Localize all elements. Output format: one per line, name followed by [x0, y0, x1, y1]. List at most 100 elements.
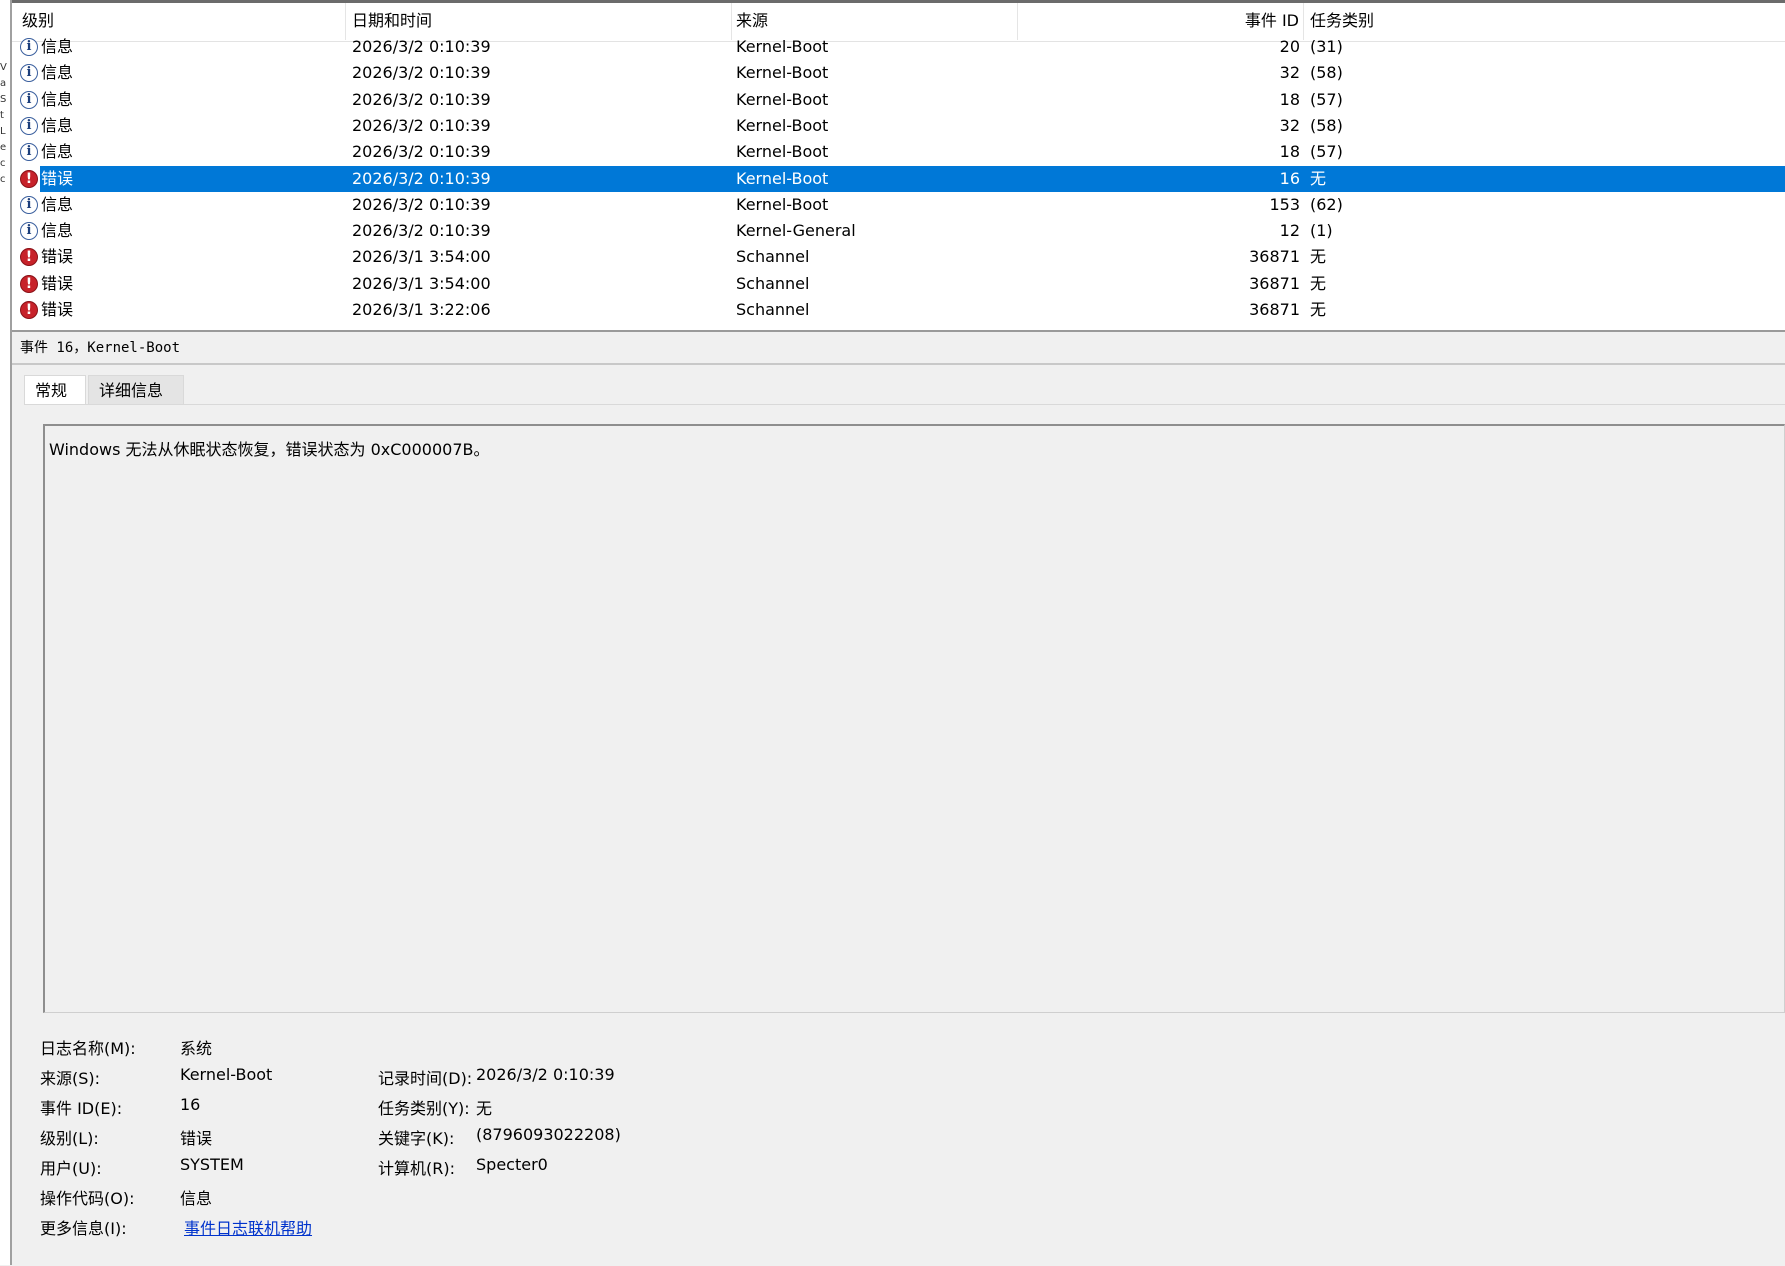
event-detail-title: 事件 16，Kernel-Boot	[12, 332, 1785, 365]
tree-fragment-glyph: S	[0, 94, 7, 105]
row-level: 信息	[41, 194, 74, 214]
row-datetime: 2026/3/2 0:10:39	[352, 194, 491, 214]
tab-general[interactable]: 常规	[24, 375, 86, 405]
row-task-category: (1)	[1310, 221, 1333, 241]
task-category-label: 任务类别(Y):	[378, 1099, 470, 1118]
row-datetime: 2026/3/2 0:10:39	[352, 142, 491, 162]
row-event-id: 36871	[1249, 247, 1300, 267]
row-level: 信息	[41, 37, 74, 56]
selection-highlight	[40, 165, 1785, 192]
row-source: Schannel	[736, 273, 810, 293]
row-level: 信息	[41, 89, 74, 109]
row-level: 信息	[41, 142, 74, 162]
tree-fragment-glyph: e	[0, 142, 7, 153]
row-task-category: (62)	[1310, 194, 1343, 214]
row-source: Kernel-Boot	[736, 37, 829, 56]
row-datetime: 2026/3/1 3:22:06	[352, 300, 491, 319]
tab-details[interactable]: 详细信息	[88, 375, 184, 405]
online-help-link[interactable]: 事件日志联机帮助	[184, 1215, 312, 1239]
row-task-category: (58)	[1310, 115, 1343, 135]
row-event-id: 16	[1279, 168, 1300, 188]
source-value: Kernel-Boot	[180, 1065, 273, 1084]
tree-fragment-glyph: c	[0, 158, 6, 169]
row-task-category: (31)	[1310, 37, 1343, 56]
row-source: Kernel-Boot	[736, 89, 829, 109]
logged-value: 2026/3/2 0:10:39	[476, 1065, 615, 1084]
row-level: 信息	[41, 221, 74, 241]
error-icon: !	[20, 301, 38, 319]
event-row[interactable]: i 信息 2026/3/2 0:10:39 Kernel-Boot 20 (31)	[12, 34, 1785, 60]
row-task-category: 无	[1310, 247, 1327, 267]
row-datetime: 2026/3/1 3:54:00	[352, 247, 491, 267]
row-datetime: 2026/3/2 0:10:39	[352, 89, 491, 109]
tree-fragment-glyph: L	[0, 126, 6, 137]
user-label: 用户(U):	[40, 1159, 102, 1178]
row-level: 信息	[41, 115, 74, 135]
event-row[interactable]: i 信息 2026/3/2 0:10:39 Kernel-Boot 32 (58)	[12, 60, 1785, 86]
row-source: Kernel-Boot	[736, 142, 829, 162]
event-row[interactable]: ! 错误 2026/3/1 3:22:06 Schannel 36871 无	[12, 297, 1785, 323]
log-name-value: 系统	[180, 1039, 213, 1058]
event-row[interactable]: ! 错误 2026/3/2 0:10:39 Kernel-Boot 16 无	[12, 165, 1785, 192]
info-icon: i	[20, 90, 38, 109]
info-icon: i	[20, 222, 38, 241]
info-icon: i	[20, 38, 38, 56]
row-event-id: 18	[1279, 89, 1300, 109]
opcode-value: 信息	[180, 1189, 213, 1208]
keywords-label: 关键字(K):	[378, 1129, 455, 1148]
row-source: Kernel-Boot	[736, 168, 829, 188]
row-level: 信息	[41, 63, 74, 83]
general-tab-panel: Windows 无法从休眠状态恢复，错误状态为 0xC000007B。 日志名称…	[24, 404, 1785, 1266]
row-task-category: (58)	[1310, 63, 1343, 83]
row-source: Schannel	[736, 300, 810, 319]
tree-fragment-glyph: c	[0, 174, 6, 185]
row-event-id: 32	[1279, 63, 1300, 83]
row-task-category: (57)	[1310, 89, 1343, 109]
row-source: Kernel-Boot	[736, 115, 829, 135]
computer-value: Specter0	[476, 1155, 548, 1174]
event-row[interactable]: i 信息 2026/3/2 0:10:39 Kernel-Boot 18 (57)	[12, 87, 1785, 113]
tree-fragment-glyph: V	[0, 62, 7, 73]
event-row[interactable]: i 信息 2026/3/2 0:10:39 Kernel-General 12 (1)	[12, 218, 1785, 244]
row-datetime: 2026/3/2 0:10:39	[352, 63, 491, 83]
log-name-label: 日志名称(M):	[40, 1039, 136, 1058]
event-row[interactable]: ! 错误 2026/3/1 3:54:00 Schannel 36871 无	[12, 244, 1785, 270]
info-icon: i	[20, 195, 38, 214]
row-event-id: 36871	[1249, 273, 1300, 293]
row-source: Kernel-Boot	[736, 194, 829, 214]
error-icon: !	[20, 248, 38, 267]
row-source: Schannel	[736, 247, 810, 267]
event-row[interactable]: i 信息 2026/3/2 0:10:39 Kernel-Boot 18 (57)	[12, 139, 1785, 165]
row-datetime: 2026/3/1 3:54:00	[352, 273, 491, 293]
more-info-label: 更多信息(I):	[40, 1219, 127, 1238]
event-row[interactable]: ! 错误 2026/3/1 3:54:00 Schannel 36871 无	[12, 271, 1785, 297]
row-event-id: 18	[1279, 142, 1300, 162]
level-label: 级别(L):	[40, 1129, 99, 1148]
source-label: 来源(S):	[40, 1069, 101, 1088]
row-task-category: (57)	[1310, 142, 1343, 162]
row-event-id: 12	[1279, 221, 1300, 241]
event-row[interactable]: i 信息 2026/3/2 0:10:39 Kernel-Boot 153 (62)	[12, 192, 1785, 218]
computer-label: 计算机(R):	[378, 1159, 455, 1178]
row-task-category: 无	[1310, 273, 1327, 293]
row-level: 错误	[41, 273, 74, 293]
event-message-text: Windows 无法从休眠状态恢复，错误状态为 0xC000007B。	[49, 440, 490, 459]
tree-fragment-glyph: t	[0, 110, 4, 121]
row-event-id: 36871	[1249, 300, 1300, 319]
info-icon: i	[20, 116, 38, 135]
row-event-id: 153	[1269, 194, 1300, 214]
row-level: 错误	[41, 247, 74, 267]
event-message-box[interactable]: Windows 无法从休眠状态恢复，错误状态为 0xC000007B。	[43, 424, 1785, 1013]
logged-label: 记录时间(D):	[378, 1069, 473, 1088]
tree-fragment-glyph: a	[0, 78, 7, 89]
row-source: Kernel-Boot	[736, 63, 829, 83]
event-row[interactable]: i 信息 2026/3/2 0:10:39 Kernel-Boot 32 (58)	[12, 113, 1785, 139]
user-value: SYSTEM	[180, 1155, 244, 1174]
event-list[interactable]: 级别 日期和时间 来源 事件 ID 任务类别 i 信息 2026/3/2 0:10:…	[12, 0, 1785, 332]
level-value: 错误	[180, 1129, 213, 1148]
info-icon: i	[20, 64, 38, 83]
event-id-label: 事件 ID(E):	[40, 1099, 123, 1118]
event-id-value: 16	[180, 1095, 201, 1114]
navigation-pane-edge: VaStLecc	[0, 0, 12, 1265]
opcode-label: 操作代码(O):	[40, 1189, 135, 1208]
